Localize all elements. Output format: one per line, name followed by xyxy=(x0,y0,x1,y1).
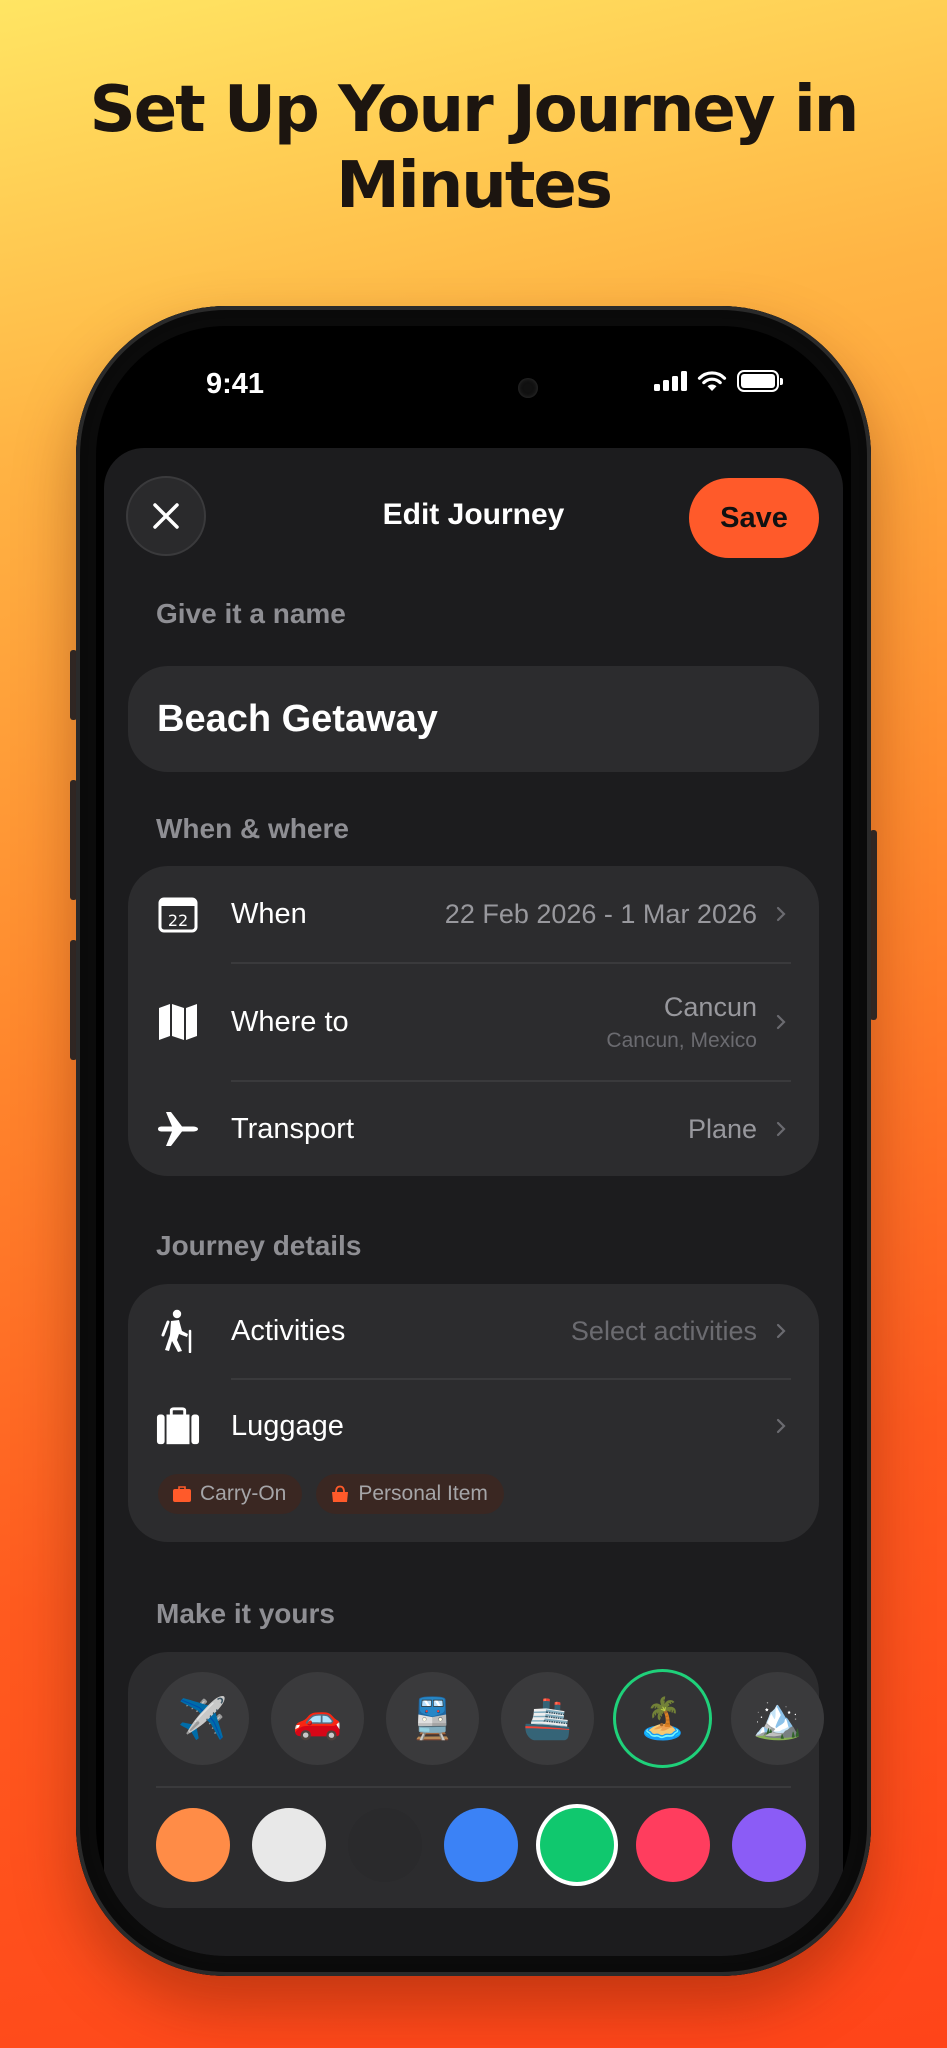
status-bar: 9:41 xyxy=(96,360,851,416)
power-button xyxy=(870,830,877,1020)
color-swatch[interactable] xyxy=(540,1808,614,1882)
row-label: Transport xyxy=(231,1112,355,1145)
chip-carry-on[interactable]: Carry-On xyxy=(158,1474,303,1514)
when-where-card: 22 When 22 Feb 2026 - 1 Mar 2026 Where t… xyxy=(128,866,819,1176)
map-icon xyxy=(156,1000,200,1044)
suitcase-icon xyxy=(173,1486,191,1502)
destination-city: Cancun xyxy=(663,991,757,1022)
emoji-option-train[interactable]: 🚆 xyxy=(386,1672,479,1765)
mountain-icon: 🏔️ xyxy=(752,1697,803,1741)
cellular-signal-icon xyxy=(654,371,687,391)
headline: Set Up Your Journey in Minutes xyxy=(89,73,860,223)
emoji-option-ship[interactable]: 🚢 xyxy=(501,1672,594,1765)
emoji-option-mountain[interactable]: 🏔️ xyxy=(731,1672,824,1765)
divider xyxy=(156,1786,791,1788)
color-swatch[interactable] xyxy=(348,1808,422,1882)
phone-screen: 9:41 Edit Journey Save Give it a name Be… xyxy=(96,326,851,1956)
row-label: Activities xyxy=(231,1314,346,1347)
chevron-right-icon xyxy=(776,1121,786,1137)
color-picker xyxy=(156,1808,806,1882)
battery-icon xyxy=(737,370,783,392)
section-label-when-where: When & where xyxy=(156,813,349,844)
edit-journey-sheet: Edit Journey Save Give it a name Beach G… xyxy=(104,448,843,1956)
suitcase-icon xyxy=(156,1404,200,1448)
section-label-customize: Make it yours xyxy=(156,1598,335,1629)
chevron-right-icon xyxy=(776,1418,786,1434)
where-value: Cancun Cancun, Mexico xyxy=(606,992,757,1053)
chip-label: Personal Item xyxy=(358,1482,488,1505)
emoji-picker: ✈️ 🚗 🚆 🚢 🏝️ 🏔️ xyxy=(156,1672,824,1765)
chip-label: Carry-On xyxy=(200,1482,287,1505)
luggage-chips: Carry-On Personal Item xyxy=(158,1474,504,1514)
airplane-icon xyxy=(156,1107,200,1151)
car-icon: 🚗 xyxy=(292,1697,343,1741)
emoji-option-airplane[interactable]: ✈️ xyxy=(156,1672,249,1765)
section-label-name: Give it a name xyxy=(156,598,346,629)
color-swatch[interactable] xyxy=(156,1808,230,1882)
row-where-to[interactable]: Where to Cancun Cancun, Mexico xyxy=(128,964,819,1080)
color-swatch[interactable] xyxy=(732,1808,806,1882)
row-luggage[interactable]: Luggage xyxy=(128,1380,819,1472)
journey-details-card: Activities Select activities Luggage Car… xyxy=(128,1284,819,1542)
activities-value: Select activities xyxy=(570,1315,757,1346)
when-value: 22 Feb 2026 - 1 Mar 2026 xyxy=(444,898,757,929)
emoji-option-beach[interactable]: 🏝️ xyxy=(616,1672,709,1765)
row-label: Where to xyxy=(231,1005,349,1038)
emoji-option-car[interactable]: 🚗 xyxy=(271,1672,364,1765)
row-transport[interactable]: Transport Plane xyxy=(128,1082,819,1176)
color-swatch[interactable] xyxy=(444,1808,518,1882)
airplane-icon: ✈️ xyxy=(177,1697,228,1741)
status-time: 9:41 xyxy=(206,368,265,400)
bag-icon xyxy=(332,1485,349,1502)
journey-name-input[interactable]: Beach Getaway xyxy=(128,666,819,772)
color-swatch[interactable] xyxy=(636,1808,710,1882)
customize-card: ✈️ 🚗 🚆 🚢 🏝️ 🏔️ xyxy=(128,1652,824,1908)
destination-subtitle: Cancun, Mexico xyxy=(606,1028,757,1052)
beach-icon: 🏝️ xyxy=(637,1697,688,1741)
svg-text:22: 22 xyxy=(168,911,188,930)
chevron-right-icon xyxy=(776,906,786,922)
train-icon: 🚆 xyxy=(407,1697,458,1741)
transport-value: Plane xyxy=(687,1113,757,1144)
dynamic-island xyxy=(368,360,578,416)
save-button[interactable]: Save xyxy=(689,478,819,558)
row-label: When xyxy=(231,897,307,930)
hiker-icon xyxy=(156,1309,200,1353)
row-label: Luggage xyxy=(231,1409,344,1442)
chip-personal-item[interactable]: Personal Item xyxy=(316,1474,504,1514)
row-when[interactable]: 22 When 22 Feb 2026 - 1 Mar 2026 xyxy=(128,866,819,962)
row-activities[interactable]: Activities Select activities xyxy=(128,1284,819,1378)
wifi-icon xyxy=(697,371,727,391)
ship-icon: 🚢 xyxy=(522,1697,573,1741)
chevron-right-icon xyxy=(776,1014,786,1030)
chevron-right-icon xyxy=(776,1323,786,1339)
color-swatch[interactable] xyxy=(252,1808,326,1882)
section-label-details: Journey details xyxy=(156,1230,362,1261)
calendar-icon: 22 xyxy=(156,892,200,936)
